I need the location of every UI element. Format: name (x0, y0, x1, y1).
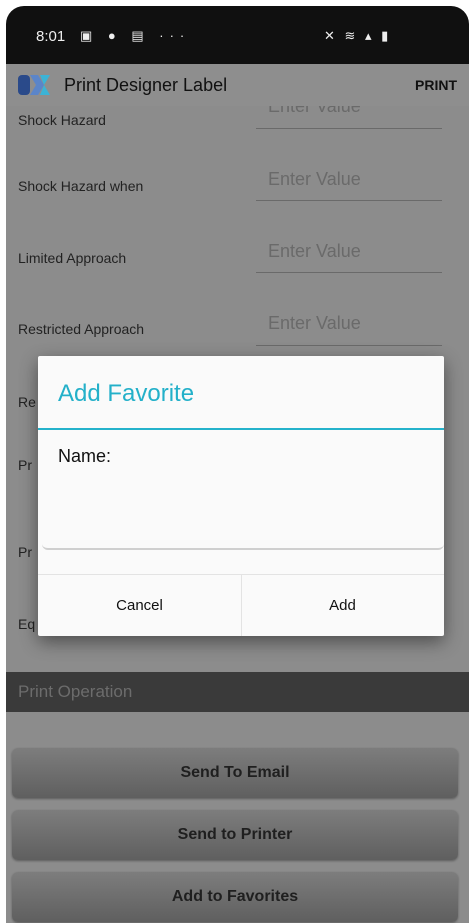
row-label: Eq (18, 616, 36, 632)
form-row: Shock Hazard when Enter Value (6, 158, 469, 228)
form-row: Limited Approach Enter Value (6, 230, 469, 300)
status-time: 8:01 (36, 28, 66, 45)
row-label: Shock Hazard (18, 112, 106, 128)
name-input[interactable] (42, 476, 444, 550)
screen: 8:01 ▣ ● ▤ ··· ✕ ≋ ▴ ▮ Print Designer La… (0, 0, 469, 923)
row-label: Restricted Approach (18, 321, 145, 337)
value-field[interactable]: Enter Value (268, 313, 361, 334)
app-logo-icon (18, 75, 50, 95)
row-label: Re (18, 394, 36, 410)
field-underline (256, 345, 442, 346)
send-to-email-button[interactable]: Send To Email (12, 748, 458, 798)
add-favorite-dialog: Add Favorite Name: Cancel Add (38, 356, 444, 636)
dialog-title: Add Favorite (58, 380, 195, 407)
add-to-favorites-button[interactable]: Add to Favorites (12, 872, 458, 922)
form-row: Shock Hazard Enter Value (6, 106, 469, 154)
print-action-button[interactable]: PRINT (415, 77, 457, 93)
app-bar: Print Designer Label PRINT (6, 64, 469, 106)
value-field[interactable]: Enter Value (268, 169, 361, 190)
app-title: Print Designer Label (64, 75, 228, 95)
row-label: Pr (18, 544, 32, 560)
title-divider (38, 428, 444, 430)
send-to-printer-button[interactable]: Send to Printer (12, 810, 458, 860)
row-label: Limited Approach (18, 250, 127, 266)
section-header: Print Operation (6, 672, 469, 712)
field-underline (256, 200, 442, 201)
section-title: Print Operation (18, 682, 133, 701)
value-field[interactable]: Enter Value (268, 241, 361, 262)
status-bar: 8:01 ▣ ● ▤ ··· ✕ ≋ ▴ ▮ (6, 6, 469, 64)
name-label: Name: (58, 446, 112, 466)
field-underline (256, 128, 442, 129)
cancel-button[interactable]: Cancel (38, 575, 241, 636)
row-label: Shock Hazard when (18, 178, 144, 194)
system-icons: ✕ ≋ ▴ ▮ (324, 28, 392, 43)
field-underline (256, 272, 442, 273)
notification-icons: ▣ ● ▤ ··· (80, 28, 191, 43)
value-field[interactable]: Enter Value (268, 106, 361, 117)
add-button[interactable]: Add (241, 575, 444, 636)
row-label: Pr (18, 457, 32, 473)
